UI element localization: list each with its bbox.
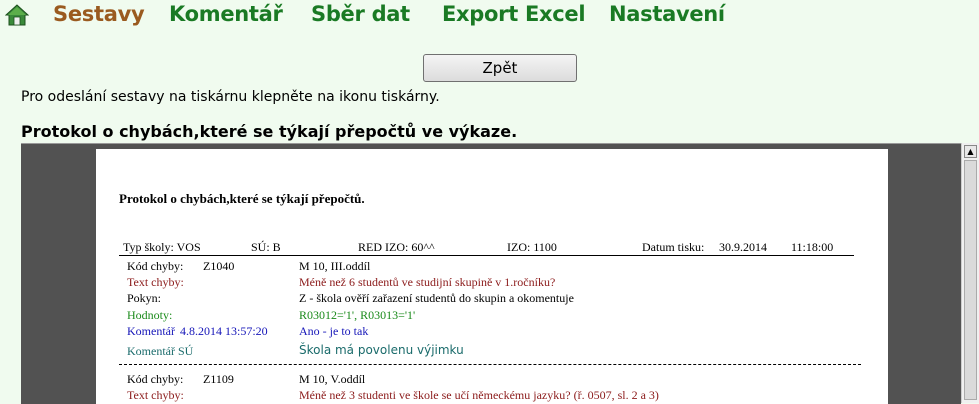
print-date-label: Datum tisku: [642,240,705,254]
izo: IZO: 1100 [507,240,557,254]
nav-sestavy[interactable]: Sestavy [53,2,145,26]
print-date: 30.9.2014 [719,240,767,254]
red-izo: RED IZO: 60^^ [358,240,435,254]
error-code: Z1109 [203,372,234,386]
nav-nastaveni[interactable]: Nastavení [609,2,725,26]
su-code: SÚ: B [251,240,281,254]
scroll-thumb[interactable] [964,160,977,400]
error-code-label: Kód chyby: [127,259,184,273]
error-text-label: Text chyby: [127,275,184,289]
comment-text: Ano - je to tak [299,324,369,338]
print-time: 11:18:00 [791,240,834,254]
report-title: Protokol o chybách,které se týkají přepo… [119,191,365,206]
error-separator [119,364,861,365]
su-comment-label: Komentář SÚ [127,344,194,358]
comment-label: Komentář [127,324,175,338]
nav-sber-dat[interactable]: Sběr dat [311,2,410,26]
error-section: M 10, V.oddíl [299,372,366,386]
instruction-label: Pokyn: [127,291,162,305]
values-label: Hodnoty: [127,308,173,322]
print-instruction: Pro odeslání sestavy na tiskárnu klepnět… [21,89,440,105]
school-type: Typ školy: VOS [123,240,201,254]
comment-date: 4.8.2014 13:57:20 [180,324,268,338]
error-code-label: Kód chyby: [127,372,184,386]
error-text: Méně než 3 studenti ve škole se učí něme… [299,388,659,402]
nav-komentar[interactable]: Komentář [169,2,283,26]
error-text: Méně než 6 studentů ve studijní skupině … [299,275,556,289]
page-title: Protokol o chybách,které se týkají přepo… [21,122,518,141]
instruction-text: Z - škola ověří zařazení studentů do sku… [299,291,574,305]
top-nav: Sestavy Komentář Sběr dat Export Excel N… [0,0,979,32]
report-viewer[interactable]: Protokol o chybách,které se týkají přepo… [21,143,961,404]
home-icon[interactable] [5,4,29,26]
error-text-label: Text chyby: [127,388,184,402]
back-button[interactable]: Zpět [423,54,577,82]
vertical-scrollbar[interactable]: ▲ [961,143,979,403]
error-code: Z1040 [203,259,235,273]
su-comment-text: Škola má povolenu výjimku [299,343,464,357]
values-text: R03012='1', R03013='1' [299,308,416,322]
error-section: M 10, III.oddíl [299,259,371,273]
header-divider [119,255,854,256]
nav-export-excel[interactable]: Export Excel [442,2,586,26]
report-page: Protokol o chybách,které se týkají přepo… [96,149,888,404]
scroll-up-arrow-icon[interactable]: ▲ [964,145,977,158]
